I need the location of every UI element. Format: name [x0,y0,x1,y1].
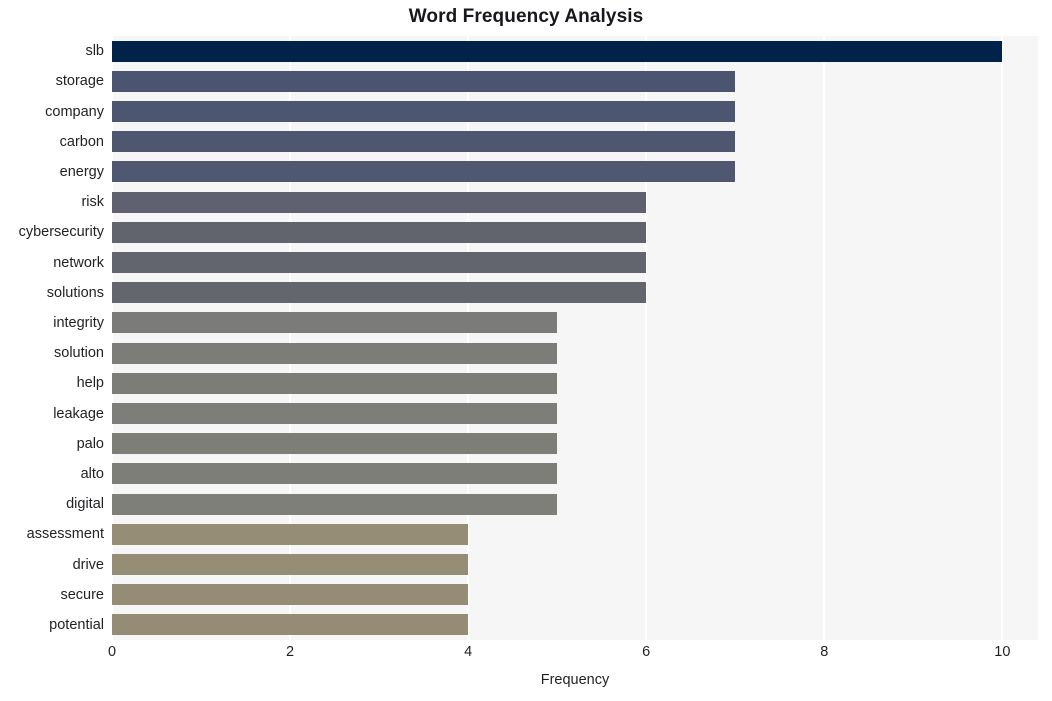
chart-figure: Word Frequency Analysis slb storage compan… [0,0,1052,701]
y-tick-label-network: network [53,254,104,271]
y-tick-label-slb: slb [85,43,104,60]
y-tick-label-energy: energy [59,163,104,180]
x-tick-label-2: 2 [286,644,295,660]
x-tick-label-6: 6 [642,644,651,660]
y-tick-label-risk: risk [81,194,104,211]
y-tick-label-assessment: assessment [26,526,104,543]
y-tick-label-carbon: carbon [59,133,104,150]
x-tick-label-0: 0 [107,644,117,660]
y-tick-label-help: help [76,375,104,392]
y-tick-label-storage: storage [55,73,104,90]
x-tick-label-8: 8 [820,644,829,660]
y-tick-label-drive: drive [72,556,104,573]
y-tick-label-solution: solution [54,345,104,362]
y-tick-label-secure: secure [60,586,104,603]
y-tick-label-digital: digital [66,496,104,513]
chart-title: Word Frequency Analysis [408,6,644,27]
x-tick-label-4: 4 [464,644,473,660]
y-tick-label-leakage: leakage [53,405,104,422]
y-tick-label-cybersecurity: cybersecurity [18,224,104,241]
y-tick-label-potential: potential [49,616,104,633]
y-tick-label-alto: alto [80,465,104,482]
y-tick-label-integrity: integrity [53,314,104,331]
y-tick-label-palo: palo [76,435,104,452]
x-tick-label-10: 10 [994,644,1011,660]
y-axis-labels: slb storage company carbon energy risk cyberse… [0,36,1052,640]
y-tick-label-solutions: solutions [46,284,104,301]
x-axis-ticks: 0 2 4 6 8 10 [0,644,1052,670]
x-axis-title: Frequency [540,672,610,688]
y-tick-label-company: company [45,103,104,120]
